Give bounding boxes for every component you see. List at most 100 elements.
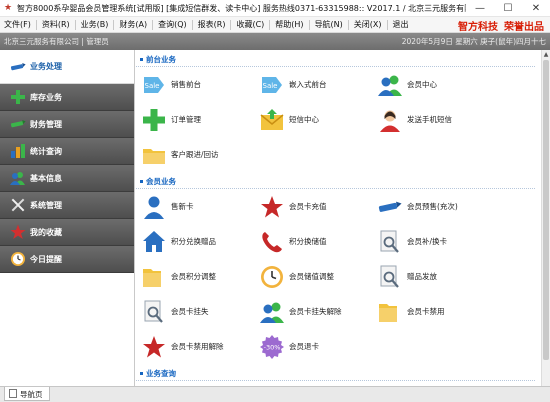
search-doc-icon bbox=[142, 300, 166, 324]
date-display: 2020年5月9日 星期六 庚子(鼠年)四月十七 bbox=[401, 37, 546, 46]
sidebar-item-statistics[interactable]: 统计查询 bbox=[0, 138, 134, 165]
info-bar: 北京三元服务有限公司 | 管理员 2020年5月9日 星期六 庚子(鼠年)四月十… bbox=[0, 33, 550, 50]
tile-label: 积分换储值 bbox=[289, 237, 327, 246]
menu-separator bbox=[269, 19, 271, 30]
tile-card-replace[interactable]: 会员补/换卡 bbox=[378, 224, 496, 259]
star-icon bbox=[10, 224, 26, 240]
menu-close[interactable]: 关闭(X) bbox=[350, 19, 386, 30]
sidebar-item-reminders[interactable]: 今日提醒 bbox=[0, 246, 134, 273]
tab-navigation[interactable]: 导航页 bbox=[4, 387, 50, 401]
plus-icon bbox=[10, 89, 26, 105]
bar-chart-icon bbox=[10, 143, 26, 159]
tile-gift-issue[interactable]: 赠品发放 bbox=[378, 259, 496, 294]
section-title-text: 会员业务 bbox=[146, 176, 176, 186]
brand-left: 智方科技 bbox=[458, 22, 498, 33]
menu-report[interactable]: 报表(R) bbox=[194, 19, 230, 30]
tile-card-enable[interactable]: 会员卡禁用解除 bbox=[142, 329, 260, 364]
menu-separator bbox=[35, 19, 37, 30]
tile-label: 会员积分调整 bbox=[171, 272, 216, 281]
title-bar: ★ 智方8000系孕婴品会员管理系统[试用版] [集成短信群发、读卡中心] 服务… bbox=[0, 0, 550, 17]
tile-label: 销售前台 bbox=[171, 80, 201, 89]
menu-exit[interactable]: 退出 bbox=[389, 19, 413, 30]
sidebar-item-business[interactable]: 业务处理 bbox=[0, 50, 134, 84]
tile-card-disable[interactable]: 会员卡禁用 bbox=[378, 294, 496, 329]
sidebar-item-favorites[interactable]: 我的收藏 bbox=[0, 219, 134, 246]
sidebar-item-label: 今日提醒 bbox=[30, 254, 62, 264]
tools-icon bbox=[10, 197, 26, 213]
tile-card-report-loss[interactable]: 会员卡挂失 bbox=[142, 294, 260, 329]
sale-tag-icon: Sale bbox=[260, 73, 284, 97]
tile-embedded-frontdesk[interactable]: Sale 嵌入式前台 bbox=[260, 67, 378, 102]
menu-help[interactable]: 帮助(H) bbox=[271, 19, 307, 30]
sidebar-item-label: 统计查询 bbox=[30, 146, 62, 156]
pen-icon bbox=[10, 116, 26, 132]
brand-slogan: 智方科技 荣誉出品 bbox=[458, 18, 544, 33]
scroll-up-icon[interactable]: ▲ bbox=[542, 50, 550, 59]
maximize-button[interactable]: ☐ bbox=[494, 0, 522, 17]
tile-sms-center[interactable]: 短信中心 bbox=[260, 102, 378, 137]
tile-label: 会员卡充值 bbox=[289, 202, 327, 211]
menu-data[interactable]: 资料(R) bbox=[38, 19, 74, 30]
tile-label: 订单管理 bbox=[171, 115, 201, 124]
sidebar-item-system[interactable]: 系统管理 bbox=[0, 192, 134, 219]
tile-label: 短信中心 bbox=[289, 115, 319, 124]
svg-text:Sale: Sale bbox=[145, 82, 160, 90]
sidebar: 业务处理 库存业务 财务管理 统计查询 基本信息 系统管理 我的收藏 今日提醒 bbox=[0, 50, 135, 386]
menu-separator bbox=[74, 19, 76, 30]
tile-sales-frontdesk[interactable]: Sale 销售前台 bbox=[142, 67, 260, 102]
tile-label: 客户跟进/回访 bbox=[171, 150, 219, 159]
menu-bar: 文件(F) 资料(R) 业务(B) 财务(A) 查询(Q) 报表(R) 收藏(C… bbox=[0, 17, 550, 33]
tile-label: 会员退卡 bbox=[289, 342, 319, 351]
sidebar-item-inventory[interactable]: 库存业务 bbox=[0, 84, 134, 111]
tile-label: 会员储值调整 bbox=[289, 272, 334, 281]
tile-label: 会员预售(充次) bbox=[407, 202, 458, 211]
sidebar-item-finance[interactable]: 财务管理 bbox=[0, 111, 134, 138]
bullet bbox=[140, 371, 143, 375]
close-button[interactable]: ✕ bbox=[522, 0, 550, 17]
menu-business[interactable]: 业务(B) bbox=[77, 19, 113, 30]
tile-points-to-balance[interactable]: 积分换储值 bbox=[260, 224, 378, 259]
person-icon bbox=[378, 108, 402, 132]
folder-icon bbox=[142, 143, 166, 167]
person-icon bbox=[142, 195, 166, 219]
sidebar-item-basic-info[interactable]: 基本信息 bbox=[0, 165, 134, 192]
menu-separator bbox=[308, 19, 310, 30]
vertical-scrollbar[interactable]: ▲ bbox=[541, 50, 550, 386]
tile-customer-followup[interactable]: 客户跟进/回访 bbox=[142, 137, 260, 172]
users-icon bbox=[260, 300, 284, 324]
tile-label: 会员卡挂失 bbox=[171, 307, 209, 316]
tab-label: 导航页 bbox=[20, 389, 43, 399]
minimize-button[interactable]: — bbox=[466, 0, 494, 17]
tile-points-adjust[interactable]: 会员积分调整 bbox=[142, 259, 260, 294]
menu-query[interactable]: 查询(Q) bbox=[154, 19, 191, 30]
tile-card-recharge[interactable]: 会员卡充值 bbox=[260, 189, 378, 224]
discount-icon: -30% bbox=[260, 334, 284, 359]
tile-points-redeem-gift[interactable]: 积分兑换赠品 bbox=[142, 224, 260, 259]
tile-send-sms[interactable]: 发送手机短信 bbox=[378, 102, 496, 137]
scroll-thumb[interactable] bbox=[543, 60, 549, 360]
menu-favorites[interactable]: 收藏(C) bbox=[232, 19, 268, 30]
menu-finance[interactable]: 财务(A) bbox=[115, 19, 151, 30]
menu-separator bbox=[230, 19, 232, 30]
tile-order-management[interactable]: 订单管理 bbox=[142, 102, 260, 137]
pen-icon bbox=[10, 59, 26, 75]
star-icon bbox=[260, 195, 284, 219]
tile-label: 售新卡 bbox=[171, 202, 194, 211]
folder-icon bbox=[378, 300, 402, 324]
tile-sell-new-card[interactable]: 售新卡 bbox=[142, 189, 260, 224]
menu-separator bbox=[347, 19, 349, 30]
tile-card-unlock-loss[interactable]: 会员卡挂失解除 bbox=[260, 294, 378, 329]
tile-card-refund[interactable]: -30% 会员退卡 bbox=[260, 329, 378, 364]
tile-member-center[interactable]: 会员中心 bbox=[378, 67, 496, 102]
tile-balance-adjust[interactable]: 会员储值调整 bbox=[260, 259, 378, 294]
menu-file[interactable]: 文件(F) bbox=[0, 19, 35, 30]
menu-separator bbox=[152, 19, 154, 30]
folder-icon bbox=[142, 265, 166, 289]
envelope-icon bbox=[260, 108, 284, 132]
frontdesk-grid: Sale 销售前台 Sale 嵌入式前台 会员中心 订单管理 短信中心 发送手机… bbox=[136, 67, 541, 172]
users-icon bbox=[10, 170, 26, 186]
tile-member-presale[interactable]: 会员预售(充次) bbox=[378, 189, 496, 224]
clock-icon bbox=[10, 251, 26, 267]
sidebar-item-label: 系统管理 bbox=[30, 200, 62, 210]
menu-navigate[interactable]: 导航(N) bbox=[311, 19, 347, 30]
